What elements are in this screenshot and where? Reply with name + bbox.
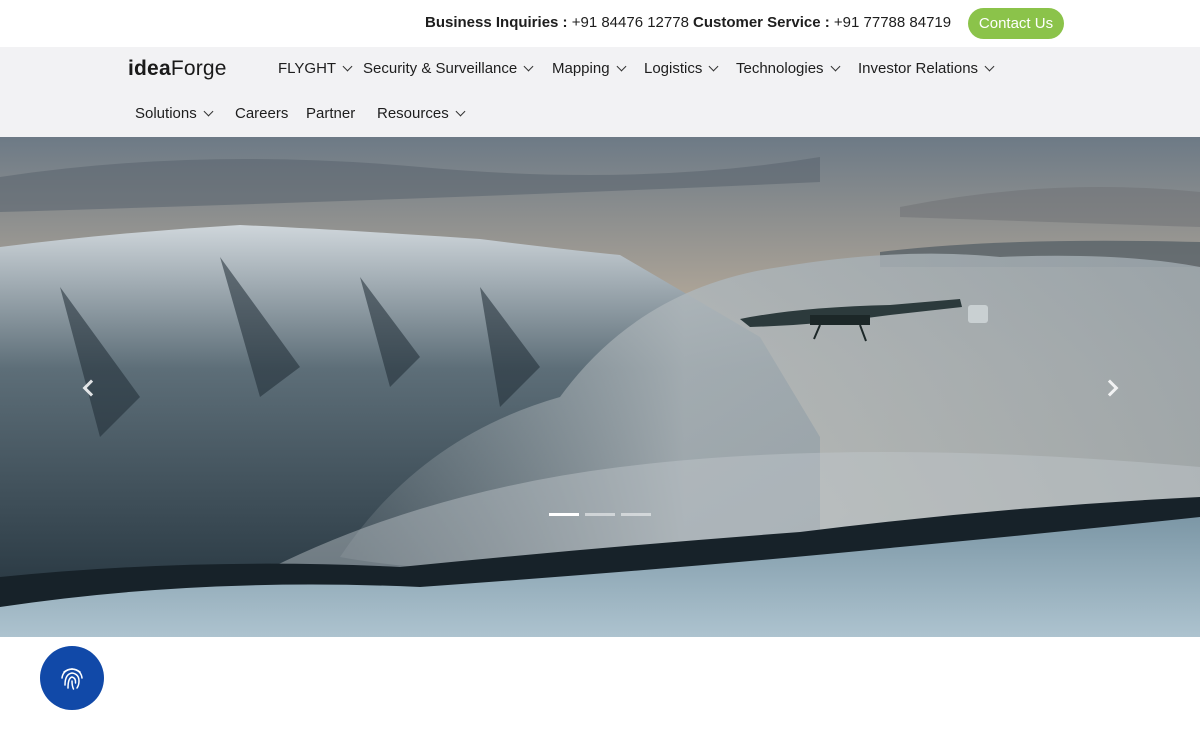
customer-service-phone[interactable]: +91 77788 84719 [834,14,951,31]
fingerprint-icon [61,668,83,690]
nav-item-logistics[interactable]: Logistics [644,60,719,77]
nav-label: FLYGHT [278,60,337,77]
hero-image-mountain-drone [0,137,1200,637]
top-contact-bar: Business Inquiries : +91 84476 12778 Cus… [0,0,1200,47]
chevron-down-icon [523,61,534,72]
business-inquiries-label: Business Inquiries : [425,14,568,31]
business-inquiries-phone[interactable]: +91 84476 12778 [572,14,689,31]
carousel-next-button[interactable] [1095,373,1125,403]
chevron-right-icon [1101,379,1119,397]
nav-item-careers[interactable]: Careers [235,105,288,122]
carousel-indicator-1[interactable] [549,513,579,516]
ideaforge-logo[interactable]: ideaForge [128,57,227,81]
carousel-prev-button[interactable] [76,373,106,403]
nav-item-technologies[interactable]: Technologies [736,60,841,77]
nav-label: Mapping [552,60,610,77]
business-inquiries: Business Inquiries : +91 84476 12778 [425,14,689,31]
nav-item-resources[interactable]: Resources [377,105,466,122]
chevron-down-icon [203,106,214,117]
chevron-down-icon [830,61,841,72]
chevron-down-icon [708,61,719,72]
fingerprint-floating-button[interactable] [40,646,104,710]
carousel-indicators [549,513,651,516]
nav-label: Logistics [644,60,703,77]
hero-carousel [0,137,1200,637]
nav-item-flyght[interactable]: FLYGHT [278,60,353,77]
nav-label: Resources [377,105,449,122]
nav-label: Careers [235,105,289,122]
chevron-left-icon [82,379,100,397]
nav-item-investor-relations[interactable]: Investor Relations [858,60,995,77]
nav-label: Technologies [736,60,824,77]
contact-us-button[interactable]: Contact Us [968,8,1064,39]
nav-label: Security & Surveillance [363,60,518,77]
logo-text-idea: idea [128,57,171,80]
carousel-indicator-3[interactable] [621,513,651,516]
nav-label: Solutions [135,105,197,122]
nav-item-solutions[interactable]: Solutions [135,105,214,122]
customer-service: Customer Service : +91 77788 84719 [693,14,951,31]
nav-item-mapping[interactable]: Mapping [552,60,626,77]
logo-text-forge: Forge [170,57,227,80]
nav-item-partner[interactable]: Partner [306,105,355,122]
chevron-down-icon [616,61,626,72]
nav-label: Investor Relations [858,60,979,77]
carousel-indicator-2[interactable] [585,513,615,516]
customer-service-label: Customer Service : [693,14,830,31]
chevron-down-icon [342,61,353,72]
chevron-down-icon [455,106,466,117]
nav-label: Partner [306,105,356,122]
main-navigation: ideaForge FLYGHT Security & Surveillance… [0,47,1200,137]
nav-item-security-surveillance[interactable]: Security & Surveillance [363,60,534,77]
chevron-down-icon [984,61,995,72]
